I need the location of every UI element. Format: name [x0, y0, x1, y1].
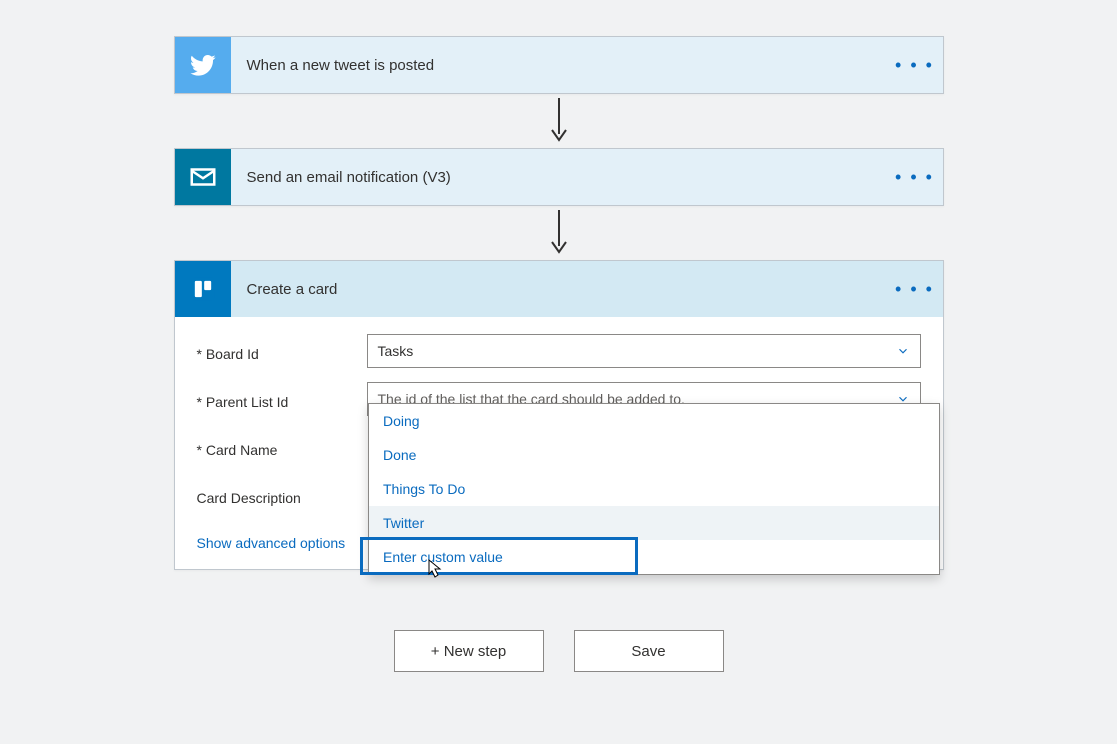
trigger-menu-icon[interactable]: • • • — [887, 55, 943, 76]
board-id-select[interactable]: Tasks — [367, 334, 921, 368]
trello-menu-icon[interactable]: • • • — [887, 279, 943, 300]
mail-icon — [175, 149, 231, 205]
email-action-card[interactable]: Send an email notification (V3) • • • — [174, 148, 944, 206]
new-step-button[interactable]: + New step — [394, 630, 544, 672]
dropdown-option[interactable]: Things To Do — [369, 472, 939, 506]
trigger-card[interactable]: When a new tweet is posted • • • — [174, 36, 944, 94]
board-id-value: Tasks — [378, 343, 414, 359]
email-title: Send an email notification (V3) — [231, 169, 887, 186]
trigger-title: When a new tweet is posted — [231, 57, 887, 74]
connector-arrow — [0, 206, 1117, 260]
dropdown-option[interactable]: Done — [369, 438, 939, 472]
twitter-icon — [175, 37, 231, 93]
show-advanced-link[interactable]: Show advanced options — [197, 535, 346, 551]
dropdown-option[interactable]: Twitter — [369, 506, 939, 540]
dropdown-option[interactable]: Doing — [369, 404, 939, 438]
trello-header[interactable]: Create a card • • • — [175, 261, 943, 317]
email-menu-icon[interactable]: • • • — [887, 167, 943, 188]
parent-list-dropdown[interactable]: DoingDoneThings To DoTwitterEnter custom… — [368, 403, 940, 575]
trello-title: Create a card — [231, 281, 887, 298]
email-header[interactable]: Send an email notification (V3) • • • — [175, 149, 943, 205]
board-id-row: * Board Id Tasks — [197, 331, 921, 371]
trello-icon — [175, 261, 231, 317]
card-desc-label: Card Description — [197, 484, 367, 506]
bottom-actions: + New step Save — [0, 630, 1117, 672]
board-id-label: * Board Id — [197, 340, 367, 362]
save-button[interactable]: Save — [574, 630, 724, 672]
parent-list-label: * Parent List Id — [197, 388, 367, 410]
connector-arrow — [0, 94, 1117, 148]
chevron-down-icon — [896, 344, 910, 358]
card-name-label: * Card Name — [197, 436, 367, 458]
dropdown-option[interactable]: Enter custom value — [369, 540, 939, 574]
cursor-icon — [427, 558, 445, 580]
trigger-header[interactable]: When a new tweet is posted • • • — [175, 37, 943, 93]
